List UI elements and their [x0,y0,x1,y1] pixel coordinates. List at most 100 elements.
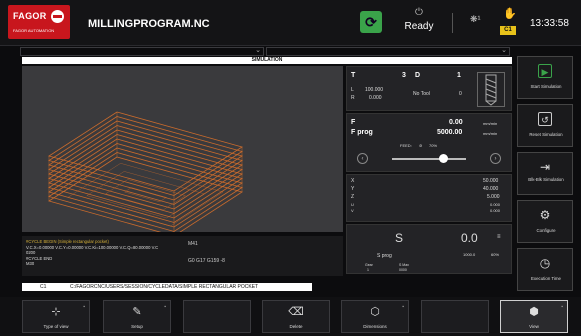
axis-u-label: U [351,202,354,207]
feed-increase-button[interactable]: › [490,153,501,164]
start-simulation-button[interactable]: ▶ Start Simulation [517,56,573,99]
spindle-percent: 60% [491,252,500,257]
file-path-bar: C1 C:/FAGORCNC/USERS/SESSION/CYCLEDATA/S… [22,283,312,291]
empty-softkey-1[interactable] [183,300,251,333]
program-name: MILLINGPROGRAM.NC [88,18,210,30]
feed-decrease-button[interactable]: ‹ [357,153,368,164]
axis-z-value: 5.000 [487,194,500,200]
program-line: M30 [26,261,35,266]
clock-icon: ◷ [539,256,551,270]
feed-label: FEED: [400,143,412,148]
no-tool-text: No Tool [413,91,430,97]
dimensions-softkey[interactable]: ▪ ⬡ Dimensions [341,300,409,333]
s-label: S [395,231,404,245]
clock: 13:33:58 [530,18,569,29]
axis-v-value: 0.000 [490,208,501,213]
axis-position-panel: X 50.000 Y 40.000 Z 5.000 U 0.000 V 0.00… [346,174,512,222]
right-value: 1 [457,72,461,79]
sprog-value: 1000.0 [463,252,476,257]
tool-drill-icon [477,72,505,107]
left-dropdown[interactable]: ⌄ [20,47,264,56]
fprog-unit: mm/min [483,131,498,136]
top-header: FAGOR FAGOR AUTOMATION MILLINGPROGRAM.NC… [0,0,581,46]
empty-softkey-2[interactable] [421,300,489,333]
feed-percent: 70% [429,143,438,148]
view-label: View [529,324,539,329]
r-value: 0.000 [369,95,382,101]
f-value: 0.00 [449,119,463,126]
reset-simulation-button[interactable]: ↺ Reset Simulation [517,104,573,147]
type-of-view-softkey[interactable]: ▪ ⊹ Type of view [22,300,90,333]
smax-value: 0000 [399,268,407,272]
execution-time-button[interactable]: ◷ Execution Time [517,248,573,291]
fagor-logo: FAGOR FAGOR AUTOMATION [8,5,70,39]
header-divider [452,13,453,33]
spindle-status-icon: ❋¹ [470,14,481,24]
dimensions-label: Dimensions [363,324,387,329]
delete-label: Delete [289,324,303,329]
delete-softkey[interactable]: ⌫ Delete [262,300,330,333]
chevron-down-icon: ⌄ [501,47,507,54]
axis-x-label: X [351,178,355,184]
eraser-icon: ⌫ [288,306,304,318]
logo-ball-icon [51,10,64,23]
cycle-refresh-icon[interactable]: ⟳ [360,11,382,33]
axis-y-value: 40.000 [483,186,499,192]
channel-badge[interactable]: ✋ C1 [500,7,517,35]
spindle-rpm-icon: ≡ [497,234,501,240]
pocket-toolpath [86,171,205,219]
logo-brand-text: FAGOR [13,11,47,21]
gear-value: 1 [367,268,369,272]
blk-blk-simulation-label: Blk-Blk Simulation [528,177,564,182]
r-label: R [351,95,355,101]
f-unit: mm/min [483,121,498,126]
power-icon: ⏻ [415,7,423,18]
l-value: 100.000 [365,87,384,93]
gear-icon: ⚙ [539,208,551,222]
configure-label: Configure [536,228,556,233]
blk-blk-simulation-button[interactable]: ⇥ Blk-Blk Simulation [517,152,573,195]
start-simulation-label: Start Simulation [530,84,562,89]
program-lines: #CYCLE BEGIN (Simple rectangular pocket)… [26,239,181,267]
path-channel: C1 [40,284,47,290]
feed-panel: F 0.00 mm/min F prog 5000.00 mm/min FEED… [346,113,512,172]
l-label: L [351,87,354,93]
program-listing: #CYCLE BEGIN (Simple rectangular pocket)… [22,236,343,276]
s-value: 0.0 [461,231,478,245]
smax-label: S Max [399,263,409,267]
hand-icon: ✋ [503,8,517,20]
block-step-icon: ⇥ [539,160,551,174]
axis-y-label: Y [351,186,355,192]
sub-toolbar: ⌄ ⌄ [20,47,510,56]
configure-button[interactable]: ⚙ Configure [517,200,573,243]
sprog-label: S prog [377,253,392,259]
reset-simulation-label: Reset Simulation [529,132,563,137]
simulation-viewport[interactable] [22,66,343,232]
t-value: 3 [402,72,406,79]
status-text: Ready [404,21,434,32]
view-softkey[interactable]: ▪ ⬢ View [500,300,568,333]
path-text: C:/FAGORCNC/USERS/SESSION/CYCLEDATA/SIMP… [70,284,259,290]
axis-v-label: V [351,208,354,213]
g-function-text: G0 G17 G159 -8 [188,258,225,264]
setup-label: Setup [131,324,143,329]
pocket-toolpath [123,187,168,203]
reset-icon: ↺ [538,112,552,126]
feed-override-slider[interactable] [392,158,466,160]
fprog-value: 5000.00 [437,129,463,136]
feed-percent-icon: ⊘ [419,143,423,148]
axis-z-label: Z [351,194,355,200]
spindle-panel: S 0.0 ≡ S prog 1000.0 60% Gear 1 S Max 0… [346,224,512,274]
logo-sub-text: FAGOR AUTOMATION [13,28,55,33]
wrench-icon: ✎ [132,306,142,318]
setup-softkey[interactable]: ▪ ✎ Setup [103,300,171,333]
chevron-down-icon: ⌄ [255,47,261,54]
axis-x-value: 50.000 [483,178,499,184]
status-indicator: ⏻ Ready [396,7,442,33]
play-icon: ▶ [538,64,552,78]
feed-slider-handle[interactable] [439,154,449,163]
m-function-text: M41 [188,241,198,247]
right-dropdown[interactable]: ⌄ [266,47,510,56]
gear-label: Gear [365,263,373,267]
axes-icon: ⊹ [51,306,61,318]
